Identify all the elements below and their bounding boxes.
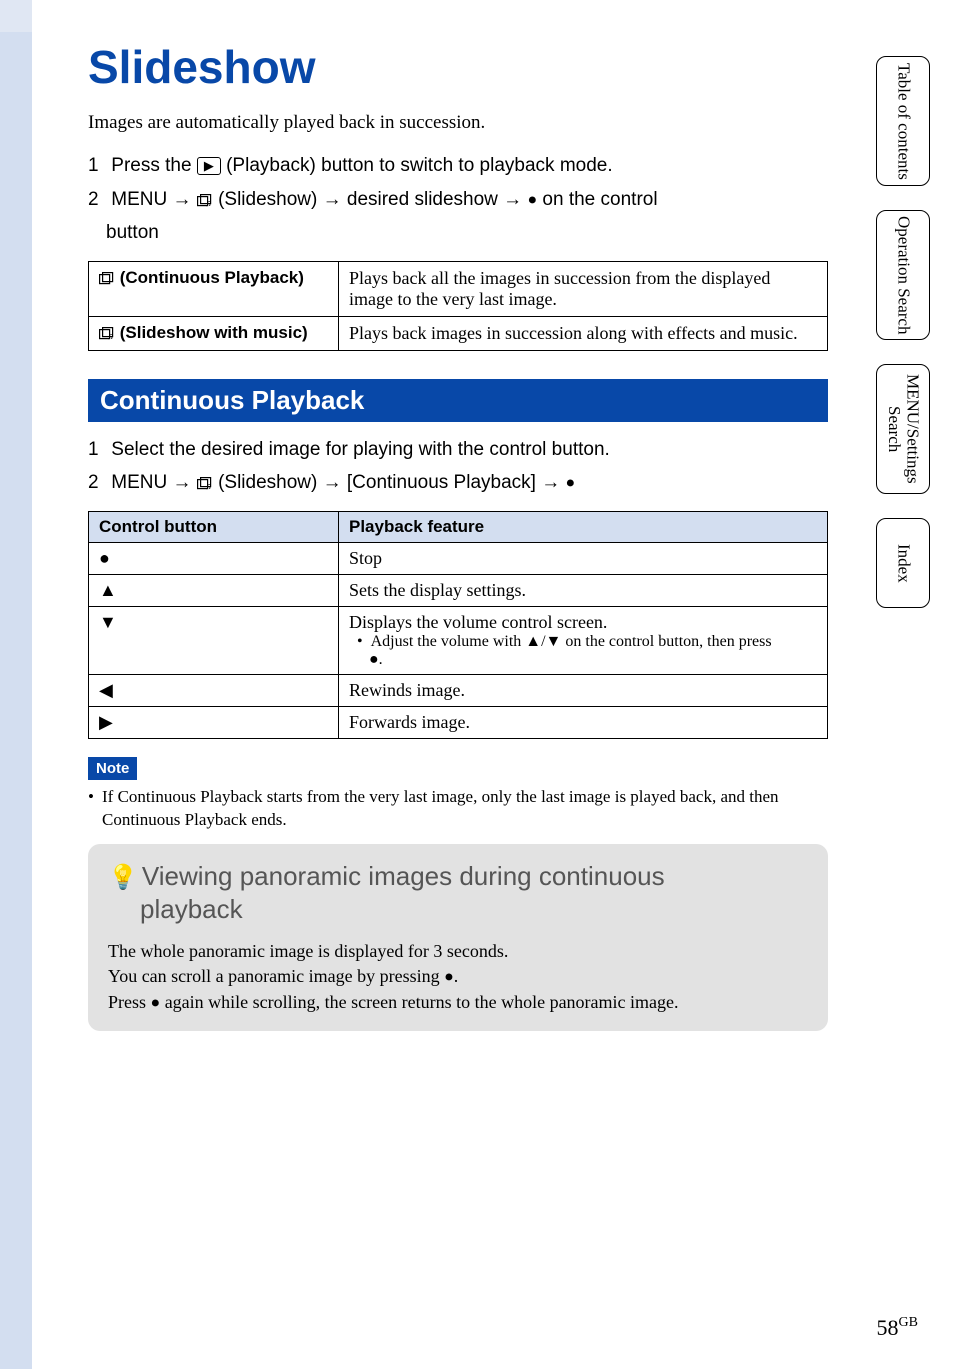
table-row: ▼ Displays the volume control screen. • … <box>89 606 828 674</box>
svg-text:♫: ♫ <box>205 198 212 208</box>
page-root: Slideshow Images are automatically playe… <box>0 0 954 1369</box>
col-header-control: Control button <box>89 511 339 542</box>
corner-accent <box>0 0 32 32</box>
section-step-2: 2 MENU → ♫ (Slideshow) → [Continuous Pla… <box>88 469 828 497</box>
svg-text:♫: ♫ <box>205 481 212 491</box>
step-text: Select the desired image for playing wit… <box>111 439 610 460</box>
step-text-before: Press the <box>111 155 197 176</box>
step-text-before: MENU → <box>111 472 197 493</box>
step-number: 2 <box>88 186 106 214</box>
step-text: MENU → <box>111 189 197 210</box>
step-2: 2 MENU → ♫ (Slideshow) → desired slidesh… <box>88 186 828 214</box>
step-number: 1 <box>88 436 106 464</box>
center-button-icon: ● <box>566 475 576 492</box>
center-button-icon: ● <box>444 969 454 986</box>
note-body: If Continuous Playback starts from the v… <box>88 786 828 832</box>
tip-line-1: The whole panoramic image is displayed f… <box>108 939 808 964</box>
side-tabs: Table of contents Operation Search MENU/… <box>876 56 930 632</box>
tip-body: The whole panoramic image is displayed f… <box>108 939 808 1015</box>
table-row: ▶ Forwards image. <box>89 706 828 738</box>
step-number: 1 <box>88 152 106 180</box>
table-row: ◀ Rewinds image. <box>89 674 828 706</box>
slideshow-icon: ♫ <box>197 194 213 208</box>
table-header-row: Control button Playback feature <box>89 511 828 542</box>
tab-table-of-contents[interactable]: Table of contents <box>876 56 930 186</box>
tab-operation-search[interactable]: Operation Search <box>876 210 930 340</box>
table-row: (Continuous Playback) Plays back all the… <box>89 261 828 316</box>
col-header-feature: Playback feature <box>339 511 828 542</box>
intro-text: Images are automatically played back in … <box>88 112 828 134</box>
slideshow-music-icon: ♫ <box>99 327 115 341</box>
note-tag: Note <box>88 757 137 780</box>
mode-desc: Plays back all the images in succession … <box>339 261 828 316</box>
section-heading: Continuous Playback <box>88 379 828 422</box>
mode-desc: Plays back images in succession along wi… <box>339 316 828 350</box>
feature-text: Rewinds image. <box>339 674 828 706</box>
feature-sub-bullet: • Adjust the volume with ▲/▼ on the cont… <box>357 633 817 669</box>
control-table: Control button Playback feature ● Stop ▲… <box>88 511 828 739</box>
step-1: 1 Press the ▶ (Playback) button to switc… <box>88 152 828 180</box>
tab-menu-settings-search[interactable]: MENU/Settings Search <box>876 364 930 494</box>
tip-icon: 💡 <box>108 864 138 891</box>
mode-label: (Continuous Playback) <box>89 261 339 316</box>
tip-line-3: Press ● again while scrolling, the scree… <box>108 990 808 1015</box>
slideshow-icon: ♫ <box>197 477 213 491</box>
center-button-icon: ● <box>151 994 161 1011</box>
tip-box: 💡Viewing panoramic images during continu… <box>88 844 828 1031</box>
control-symbol: ▶ <box>89 706 339 738</box>
control-symbol: ◀ <box>89 674 339 706</box>
control-symbol: ▼ <box>89 606 339 674</box>
page-number: 58GB <box>877 1315 918 1341</box>
modes-table: (Continuous Playback) Plays back all the… <box>88 261 828 351</box>
center-button-icon: ● <box>527 191 537 208</box>
step-text-mid1: (Slideshow) → desired slideshow → <box>218 189 527 210</box>
table-row: ▲ Sets the display settings. <box>89 574 828 606</box>
slideshow-continuous-icon <box>99 272 115 286</box>
tip-line-2: You can scroll a panoramic image by pres… <box>108 964 808 989</box>
table-row: ♫ (Slideshow with music) Plays back imag… <box>89 316 828 350</box>
mode-label: ♫ (Slideshow with music) <box>89 316 339 350</box>
svg-text:♫: ♫ <box>107 331 114 341</box>
step-text-after: (Playback) button to switch to playback … <box>226 155 613 176</box>
page-title: Slideshow <box>88 40 828 94</box>
feature-text: Forwards image. <box>339 706 828 738</box>
left-band <box>0 32 32 1369</box>
step-2-line2: button <box>106 219 828 247</box>
tip-title: 💡Viewing panoramic images during continu… <box>108 860 808 928</box>
feature-text: Stop <box>339 542 828 574</box>
step-number: 2 <box>88 469 106 497</box>
note-block: Note If Continuous Playback starts from … <box>88 757 828 832</box>
table-row: ● Stop <box>89 542 828 574</box>
control-symbol: ● <box>89 542 339 574</box>
playback-icon: ▶ <box>197 157 221 175</box>
tab-index[interactable]: Index <box>876 518 930 608</box>
control-symbol: ▲ <box>89 574 339 606</box>
feature-text: Displays the volume control screen. • Ad… <box>339 606 828 674</box>
step-text-mid: (Slideshow) → [Continuous Playback] → <box>218 472 565 493</box>
step-text-mid2: on the control <box>542 189 657 210</box>
main-content: Slideshow Images are automatically playe… <box>88 40 828 1031</box>
feature-text: Sets the display settings. <box>339 574 828 606</box>
section-step-1: 1 Select the desired image for playing w… <box>88 436 828 464</box>
